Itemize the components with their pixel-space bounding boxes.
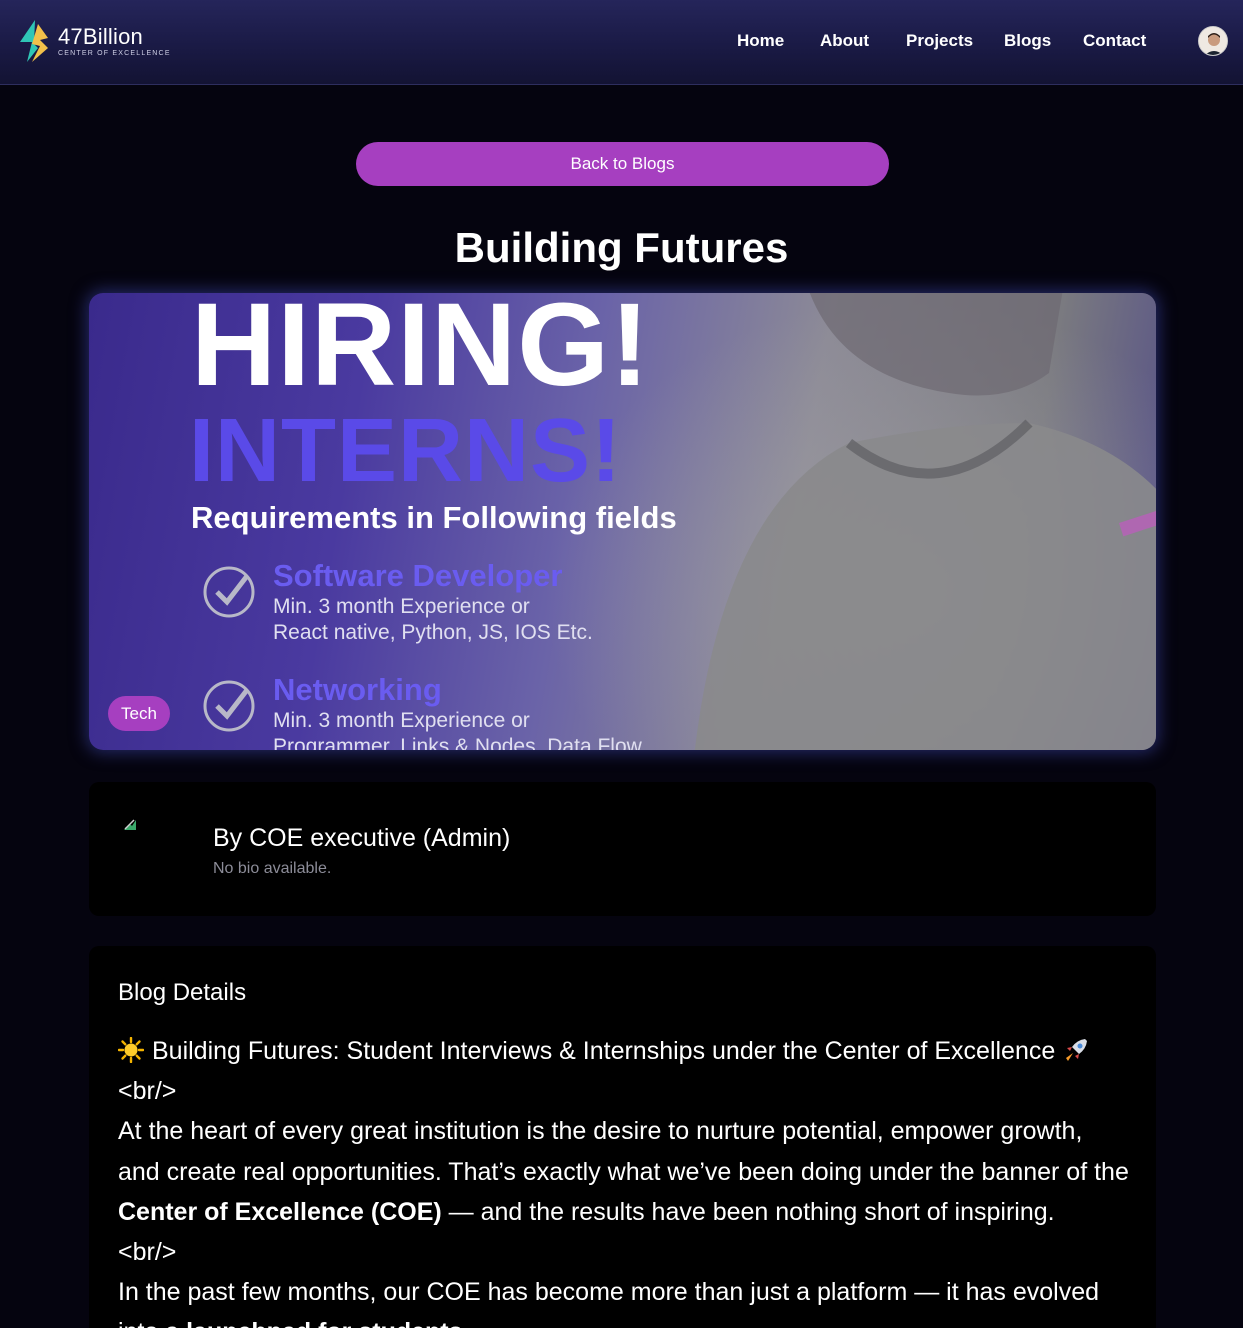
back-to-blogs-button[interactable]: Back to Blogs bbox=[356, 142, 889, 186]
hero-item-line: Min. 3 month Experience or bbox=[273, 709, 530, 732]
details-line: <br/> bbox=[118, 1077, 177, 1106]
check-circle-icon bbox=[203, 566, 255, 618]
nav-about[interactable]: About bbox=[820, 28, 869, 54]
details-line-text: — and the results have been nothing shor… bbox=[441, 1197, 1055, 1226]
details-line-text: into bbox=[118, 1318, 165, 1328]
nav-blogs[interactable]: Blogs bbox=[1004, 28, 1051, 54]
nav-links: Home About Projects Blogs Contact bbox=[0, 28, 1243, 54]
navbar: 47Billion CENTER OF EXCELLENCE Home Abou… bbox=[0, 0, 1243, 85]
nav-home[interactable]: Home bbox=[737, 28, 784, 54]
hero-heading-interns: INTERNS! bbox=[189, 401, 622, 501]
details-line: At the heart of every great institution … bbox=[118, 1117, 1083, 1146]
user-avatar[interactable] bbox=[1198, 26, 1228, 56]
hero-requirement-item: Software Developer Min. 3 month Experien… bbox=[201, 558, 761, 658]
nav-contact[interactable]: Contact bbox=[1083, 28, 1146, 54]
details-line: into a launchpad for students bbox=[118, 1312, 1138, 1328]
details-bold-text: Center of Excellence (COE) bbox=[118, 1197, 442, 1226]
hero-image: HIRING! INTERNS! Requirements in Followi… bbox=[89, 293, 1156, 750]
nav-projects[interactable]: Projects bbox=[906, 28, 973, 54]
hero-item-line: React native, Python, JS, IOS Etc. bbox=[273, 621, 593, 644]
hero-heading-hiring: HIRING! bbox=[191, 293, 651, 411]
author-bio: No bio available. bbox=[213, 860, 332, 877]
broken-image-icon bbox=[124, 819, 136, 830]
details-line: Building Futures: Student Interviews & I… bbox=[118, 1031, 1138, 1071]
details-line: and create real opportunities. That’s ex… bbox=[118, 1157, 1129, 1186]
category-tag[interactable]: Tech bbox=[108, 696, 170, 731]
details-heading: Blog Details bbox=[118, 979, 247, 1006]
details-line: Center of Excellence (COE) — and the res… bbox=[118, 1192, 1138, 1232]
details-line: <br/> bbox=[118, 1238, 177, 1267]
hero-item-title: Software Developer bbox=[273, 558, 563, 593]
hero-requirements-label: Requirements in Following fields bbox=[191, 500, 677, 535]
details-body: Building Futures: Student Interviews & I… bbox=[118, 1031, 1138, 1328]
author-card: By COE executive (Admin) No bio availabl… bbox=[89, 782, 1156, 916]
hero-item-title: Networking bbox=[273, 672, 442, 707]
sun-emoji-icon bbox=[118, 1037, 144, 1063]
hero-requirement-item: Networking Min. 3 month Experience or Pr… bbox=[201, 672, 761, 750]
details-line: In the past few months, our COE has beco… bbox=[118, 1278, 1100, 1307]
post-title: Building Futures bbox=[454, 224, 789, 271]
hero-item-line: Min. 3 month Experience or bbox=[273, 595, 530, 618]
check-circle-icon bbox=[203, 680, 255, 732]
details-line-text: Building Futures: Student Interviews & I… bbox=[152, 1037, 1056, 1065]
hero-item-line: Programmer, Links & Nodes, Data Flow bbox=[273, 735, 642, 750]
author-name: By COE executive (Admin) bbox=[213, 824, 511, 852]
details-bold-text: a launchpad for students bbox=[165, 1318, 462, 1328]
blog-details-card: Blog Details Building Futures: Student I… bbox=[89, 946, 1156, 1328]
rocket-emoji-icon bbox=[1066, 1039, 1088, 1061]
